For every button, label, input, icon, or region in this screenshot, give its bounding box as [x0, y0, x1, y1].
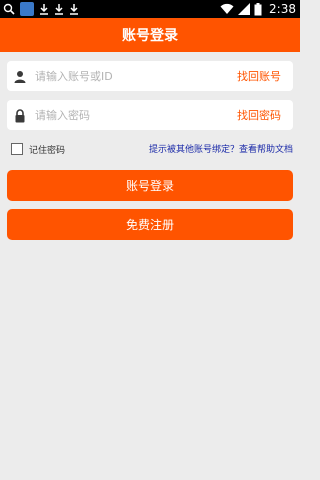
download-icon — [39, 3, 49, 15]
page-title: 账号登录 — [122, 28, 178, 44]
lock-icon — [13, 108, 27, 123]
password-field[interactable]: 找回密码 — [7, 100, 293, 130]
status-bar: 2:38 — [0, 0, 300, 18]
user-icon — [13, 69, 27, 83]
remember-label: 记住密码 — [29, 145, 66, 156]
app-icon — [20, 2, 34, 16]
status-time: 2:38 — [269, 2, 296, 16]
recover-account-link[interactable]: 找回账号 — [237, 68, 281, 84]
recover-password-link[interactable]: 找回密码 — [237, 107, 281, 123]
signal-icon — [238, 3, 251, 15]
download-icon — [69, 3, 79, 15]
download-icon — [54, 3, 64, 15]
account-field[interactable]: 找回账号 — [7, 61, 293, 91]
register-button[interactable]: 免费注册 — [7, 209, 293, 240]
remember-checkbox[interactable] — [11, 143, 23, 155]
search-icon — [3, 3, 15, 15]
login-button[interactable]: 账号登录 — [7, 170, 293, 201]
title-bar: 账号登录 — [0, 18, 300, 52]
wifi-icon — [220, 3, 234, 15]
battery-icon — [254, 2, 262, 16]
help-docs-link[interactable]: 提示被其他账号绑定？查看帮助文档 — [149, 142, 293, 155]
status-bar-left — [3, 1, 79, 17]
remember-password[interactable]: 记住密码 — [11, 142, 65, 156]
account-input[interactable] — [35, 66, 215, 86]
status-bar-right: 2:38 — [220, 1, 296, 17]
password-input[interactable] — [35, 105, 215, 125]
